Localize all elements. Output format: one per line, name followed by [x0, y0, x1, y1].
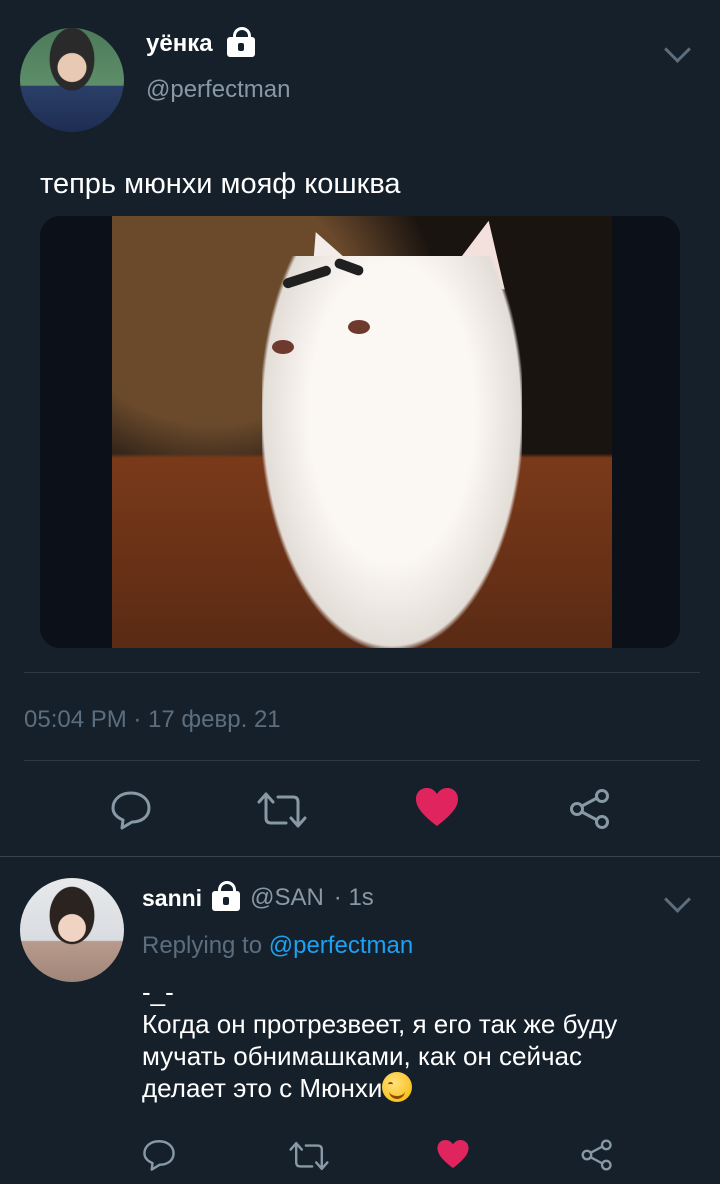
like-button[interactable]: [414, 786, 460, 833]
reply-button[interactable]: [110, 790, 152, 835]
reply-text-fragment: делает это с Мюнхи: [142, 1073, 383, 1103]
lock-icon: [226, 27, 255, 57]
reply-handle[interactable]: @SAN: [250, 884, 324, 912]
reply-text: -_- Когда он протрезвеет, я его так же б…: [142, 976, 617, 1104]
tweet-timestamp[interactable]: 05:04 PM · 17 февр. 21: [24, 706, 281, 734]
retweet-icon: [257, 792, 307, 828]
chevron-down-icon[interactable]: [664, 886, 691, 913]
tweet-text: тепрь мюнхи мояф кошква: [40, 168, 401, 200]
display-name[interactable]: уёнка: [146, 30, 213, 58]
retweet-button[interactable]: [256, 790, 308, 835]
divider: [24, 672, 700, 673]
reply-text-line: -_-: [142, 977, 174, 1007]
retweet-icon: [289, 1142, 329, 1170]
reply-avatar[interactable]: [20, 878, 124, 982]
share-button[interactable]: [580, 1138, 614, 1177]
reply-icon: [143, 1140, 175, 1171]
heart-icon: [416, 788, 458, 826]
handle[interactable]: @perfectman: [146, 76, 290, 104]
reply-icon: [111, 791, 151, 830]
reply-time: · 1s: [333, 884, 374, 911]
avatar[interactable]: [20, 28, 124, 132]
divider: [0, 856, 720, 857]
replying-to-line: Replying to @perfectman: [142, 932, 413, 960]
divider: [24, 760, 700, 761]
reply-display-name[interactable]: sanni: [142, 885, 202, 912]
replying-prefix: Replying to: [142, 932, 263, 959]
reply-text-line: Когда он протрезвеет, я его так же буду: [142, 1009, 618, 1039]
reply-text-line: мучать обнимашками, как он сейчас: [142, 1041, 582, 1071]
reply-author-row: sanni @SAN · 1s: [142, 881, 374, 912]
share-icon: [570, 789, 609, 829]
share-button[interactable]: [568, 788, 612, 835]
retweet-button[interactable]: [288, 1140, 330, 1177]
like-button[interactable]: [436, 1138, 470, 1175]
chevron-down-icon[interactable]: [664, 36, 691, 63]
reply-text-line: делает это с Мюнхи: [142, 1072, 617, 1104]
cat-photo: [112, 216, 612, 648]
lock-icon: [212, 881, 241, 911]
author-name-row: уёнка: [146, 27, 255, 58]
heart-icon: [437, 1139, 469, 1169]
share-icon: [581, 1139, 612, 1171]
smiling-face-emoji-icon: [382, 1072, 413, 1102]
replying-to-link[interactable]: @perfectman: [269, 932, 413, 959]
tweet-photo[interactable]: [40, 216, 680, 648]
reply-button[interactable]: [142, 1138, 176, 1177]
